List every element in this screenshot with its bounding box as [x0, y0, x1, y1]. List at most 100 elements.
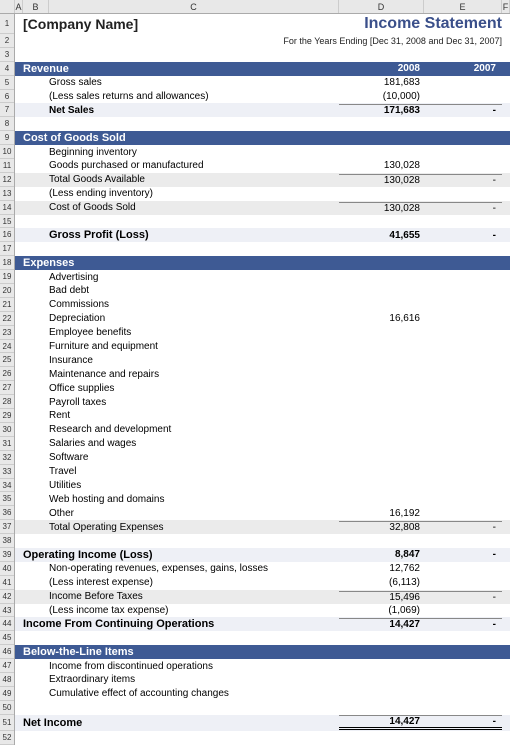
total-opex-label: Total Operating Expenses — [49, 522, 339, 533]
operating-income-row: Operating Income (Loss) 8,847 - — [15, 548, 510, 562]
operating-income-2008[interactable]: 8,847 — [339, 549, 424, 560]
line-label: Furniture and equipment — [49, 341, 339, 352]
operating-income-2007[interactable]: - — [424, 549, 502, 560]
line-val-2008[interactable]: 12,762 — [339, 563, 424, 574]
line-label: Research and development — [49, 424, 339, 435]
line-val-2008[interactable]: 181,683 — [339, 77, 424, 88]
line-item: Utilities — [15, 479, 510, 493]
line-item: (Less interest expense)(6,113) — [15, 576, 510, 590]
line-item: Travel — [15, 465, 510, 479]
line-item: Rent — [15, 409, 510, 423]
line-item: Income from discontinued operations — [15, 659, 510, 673]
below-line-title: Below-the-Line Items — [23, 646, 339, 658]
net-income-label: Net Income — [23, 717, 339, 729]
gross-profit-row: Gross Profit (Loss) 41,655 - — [15, 228, 510, 242]
operating-income-label: Operating Income (Loss) — [23, 549, 339, 561]
line-label: Employee benefits — [49, 327, 339, 338]
line-val-2008[interactable]: 16,616 — [339, 313, 424, 324]
line-label: Income Before Taxes — [49, 591, 339, 602]
line-val-2007[interactable]: - — [424, 202, 502, 214]
line-label: (Less income tax expense) — [49, 605, 339, 616]
continuing-ops-row: Income From Continuing Operations 14,427… — [15, 617, 510, 631]
gross-profit-2007[interactable]: - — [424, 230, 502, 241]
revenue-title: Revenue — [23, 63, 339, 75]
line-label: Extraordinary items — [49, 674, 339, 685]
line-val-2008[interactable]: 130,028 — [339, 174, 424, 186]
title-row: [Company Name] Income Statement — [15, 14, 510, 34]
column-headers: A B C D E F — [0, 0, 510, 14]
line-val-2008[interactable]: 130,028 — [339, 202, 424, 214]
line-item: Beginning inventory — [15, 145, 510, 159]
col-f: F — [502, 0, 510, 13]
line-val-2008[interactable]: 15,496 — [339, 591, 424, 603]
line-label: Depreciation — [49, 313, 339, 324]
col-b: B — [23, 0, 49, 13]
statement-title: Income Statement — [252, 15, 502, 33]
line-label: Goods purchased or manufactured — [49, 160, 339, 171]
line-val-2008[interactable]: (10,000) — [339, 91, 424, 102]
line-label: Income from discontinued operations — [49, 661, 339, 672]
line-label: Gross sales — [49, 77, 339, 88]
col-d: D — [339, 0, 424, 13]
line-label: Non-operating revenues, expenses, gains,… — [49, 563, 339, 574]
company-name[interactable]: [Company Name] — [23, 16, 252, 32]
line-item: Gross sales181,683 — [15, 76, 510, 90]
line-item: Cumulative effect of accounting changes — [15, 687, 510, 701]
line-item: Employee benefits — [15, 326, 510, 340]
continuing-ops-2008[interactable]: 14,427 — [339, 618, 424, 630]
line-item: Income Before Taxes15,496- — [15, 590, 510, 604]
period-subtitle: For the Years Ending [Dec 31, 2008 and D… — [23, 36, 502, 46]
line-label: Beginning inventory — [49, 147, 339, 158]
line-label: Commissions — [49, 299, 339, 310]
line-item: Maintenance and repairs — [15, 367, 510, 381]
net-income-row: Net Income 14,427 - — [15, 715, 510, 731]
gross-profit-label: Gross Profit (Loss) — [49, 229, 339, 241]
line-label: Salaries and wages — [49, 438, 339, 449]
line-item: Total Goods Available130,028- — [15, 173, 510, 187]
line-label: Other — [49, 508, 339, 519]
year-2008: 2008 — [339, 63, 424, 74]
line-item: (Less ending inventory) — [15, 187, 510, 201]
line-item: (Less sales returns and allowances)(10,0… — [15, 90, 510, 104]
line-item: Salaries and wages — [15, 437, 510, 451]
continuing-ops-2007[interactable]: - — [424, 618, 502, 630]
line-label: (Less ending inventory) — [49, 188, 339, 199]
line-label: Cumulative effect of accounting changes — [49, 688, 339, 699]
total-opex-2008[interactable]: 32,808 — [339, 521, 424, 533]
continuing-ops-label: Income From Continuing Operations — [23, 618, 339, 630]
line-item: Office supplies — [15, 381, 510, 395]
total-opex-row: Total Operating Expenses 32,808 - — [15, 520, 510, 534]
revenue-header: Revenue 2008 2007 — [15, 62, 510, 76]
col-e: E — [424, 0, 502, 13]
line-item: Goods purchased or manufactured130,028 — [15, 159, 510, 173]
line-item: (Less income tax expense)(1,069) — [15, 604, 510, 618]
line-item: Non-operating revenues, expenses, gains,… — [15, 562, 510, 576]
col-c: C — [49, 0, 339, 13]
line-val-2008[interactable]: 16,192 — [339, 508, 424, 519]
line-item: Other16,192 — [15, 506, 510, 520]
year-2007: 2007 — [424, 63, 502, 74]
line-label: Payroll taxes — [49, 397, 339, 408]
line-val-2007[interactable]: - — [424, 591, 502, 603]
line-item: Depreciation16,616 — [15, 312, 510, 326]
line-val-2008[interactable]: (1,069) — [339, 605, 424, 616]
net-income-2008[interactable]: 14,427 — [339, 715, 424, 730]
net-income-2007[interactable]: - — [424, 715, 502, 730]
net-sales-2007[interactable]: - — [424, 104, 502, 116]
line-label: Utilities — [49, 480, 339, 491]
line-label: (Less sales returns and allowances) — [49, 91, 339, 102]
corner-cell — [0, 0, 15, 13]
line-val-2008[interactable]: (6,113) — [339, 577, 424, 588]
total-opex-2007[interactable]: - — [424, 521, 502, 533]
expenses-header: Expenses — [15, 256, 510, 270]
line-val-2007[interactable]: - — [424, 174, 502, 186]
cogs-title: Cost of Goods Sold — [23, 132, 339, 144]
line-label: (Less interest expense) — [49, 577, 339, 588]
net-sales-2008[interactable]: 171,683 — [339, 104, 424, 116]
cogs-header: Cost of Goods Sold — [15, 131, 510, 145]
gross-profit-2008[interactable]: 41,655 — [339, 230, 424, 241]
line-label: Bad debt — [49, 285, 339, 296]
line-label: Travel — [49, 466, 339, 477]
line-val-2008[interactable]: 130,028 — [339, 160, 424, 171]
line-label: Advertising — [49, 272, 339, 283]
